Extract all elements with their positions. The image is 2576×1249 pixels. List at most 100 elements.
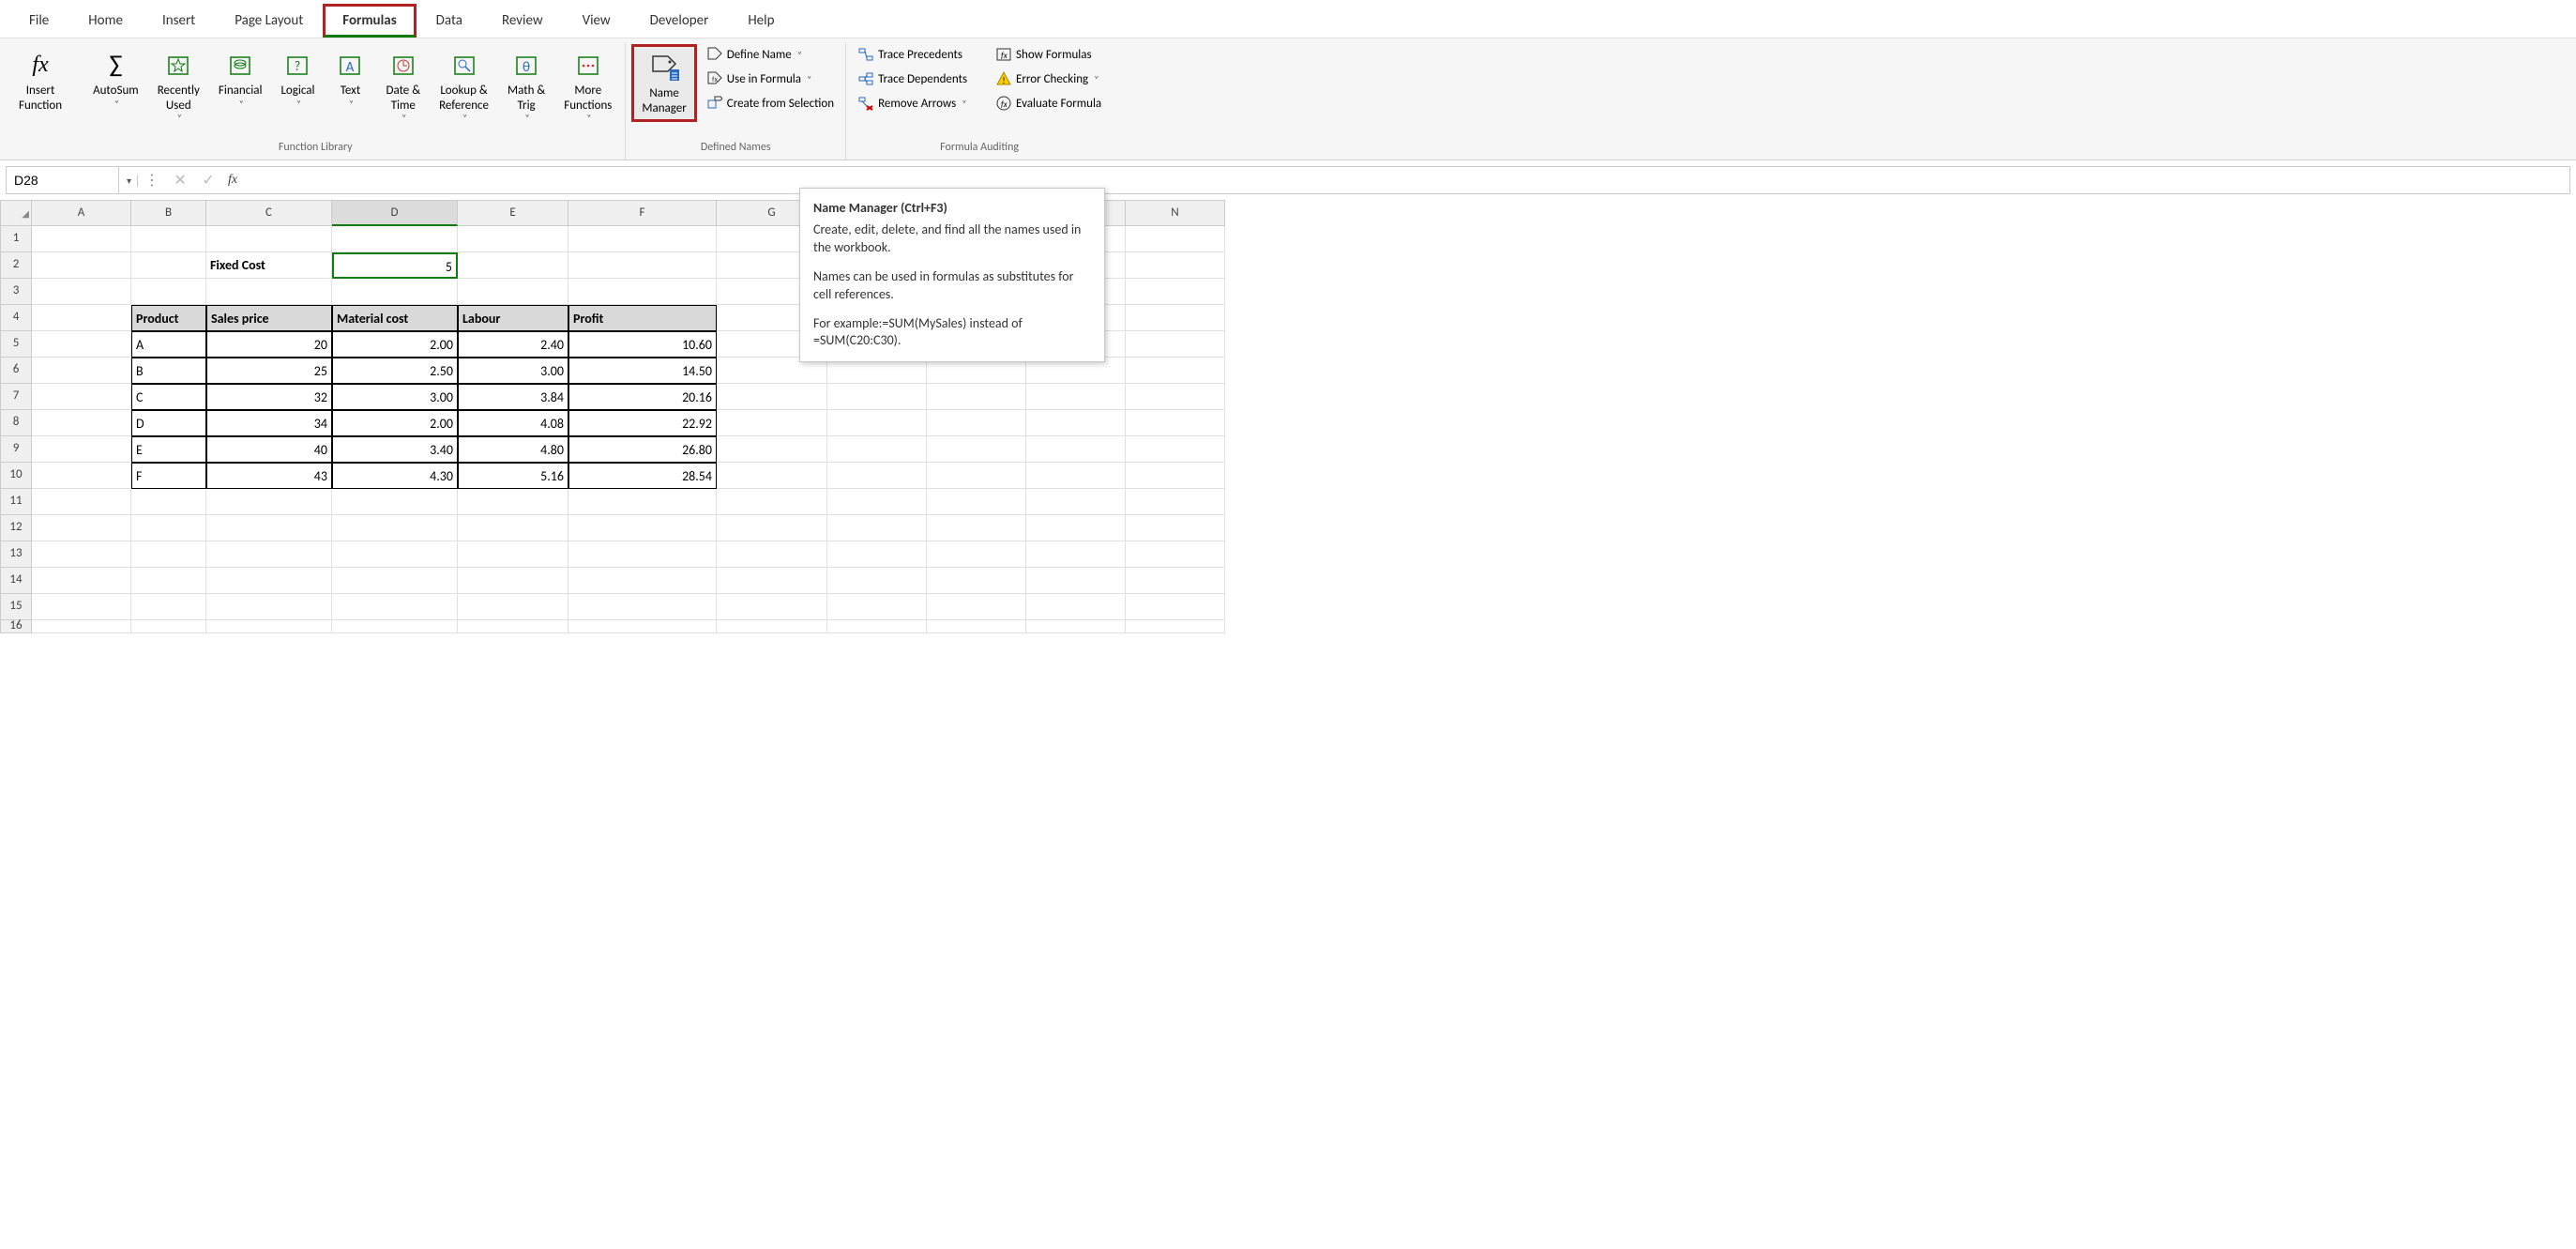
col-header[interactable]: N: [1126, 200, 1225, 226]
recently-used-button[interactable]: Recently Used ˅: [150, 44, 207, 128]
cell[interactable]: [1026, 410, 1126, 436]
table-cell-labour[interactable]: 3.00: [458, 358, 568, 384]
text-button[interactable]: A Text ˅: [326, 44, 374, 114]
table-cell-product[interactable]: F: [131, 463, 206, 489]
cell[interactable]: [827, 436, 927, 463]
cell[interactable]: [131, 279, 206, 305]
row-header[interactable]: 4: [0, 305, 32, 331]
error-checking-button[interactable]: ! Error Checking ˅: [990, 69, 1107, 89]
cell[interactable]: [332, 541, 458, 568]
cell[interactable]: [827, 620, 927, 633]
cell[interactable]: [458, 568, 568, 594]
tab-review[interactable]: Review: [482, 4, 563, 38]
cell[interactable]: [827, 541, 927, 568]
cell[interactable]: [131, 489, 206, 515]
cell[interactable]: [717, 568, 827, 594]
cell[interactable]: [568, 226, 717, 252]
cell[interactable]: [827, 463, 927, 489]
cell[interactable]: [32, 515, 131, 541]
lookup-reference-button[interactable]: Lookup & Reference ˅: [432, 44, 496, 128]
row-header[interactable]: 8: [0, 410, 32, 436]
cell[interactable]: [32, 620, 131, 633]
row-header[interactable]: 2: [0, 252, 32, 279]
name-manager-button[interactable]: Name Manager: [631, 44, 696, 122]
cancel-formula-icon[interactable]: ✕: [166, 167, 194, 193]
cell[interactable]: [32, 541, 131, 568]
row-header[interactable]: 14: [0, 568, 32, 594]
name-box[interactable]: [7, 167, 119, 193]
cell[interactable]: [827, 594, 927, 620]
table-cell-labour[interactable]: 4.80: [458, 436, 568, 463]
cell[interactable]: [827, 568, 927, 594]
cell[interactable]: [332, 594, 458, 620]
table-header-product[interactable]: Product: [131, 305, 206, 331]
cell[interactable]: [332, 226, 458, 252]
row-header[interactable]: 7: [0, 384, 32, 410]
cell[interactable]: [1126, 594, 1225, 620]
cell[interactable]: [332, 515, 458, 541]
table-cell-labour[interactable]: 4.08: [458, 410, 568, 436]
cell[interactable]: [927, 515, 1026, 541]
cell[interactable]: [717, 436, 827, 463]
row-header[interactable]: 3: [0, 279, 32, 305]
tab-page-layout[interactable]: Page Layout: [215, 4, 323, 38]
cell[interactable]: [1126, 279, 1225, 305]
cell[interactable]: [458, 515, 568, 541]
cell[interactable]: [927, 594, 1026, 620]
tab-view[interactable]: View: [563, 4, 630, 38]
table-cell-labour[interactable]: 3.84: [458, 384, 568, 410]
cell[interactable]: [1126, 515, 1225, 541]
cell-fixed-cost-value[interactable]: 5: [332, 252, 458, 279]
tab-data[interactable]: Data: [417, 4, 482, 38]
cell[interactable]: [1126, 620, 1225, 633]
table-cell-product[interactable]: A: [131, 331, 206, 358]
table-cell-sales-price[interactable]: 43: [206, 463, 332, 489]
cell[interactable]: [717, 463, 827, 489]
table-cell-profit[interactable]: 14.50: [568, 358, 717, 384]
cell[interactable]: [927, 384, 1026, 410]
cell[interactable]: [131, 541, 206, 568]
tab-developer[interactable]: Developer: [630, 4, 729, 38]
col-header[interactable]: E: [458, 200, 568, 226]
table-cell-profit[interactable]: 10.60: [568, 331, 717, 358]
cell[interactable]: [568, 594, 717, 620]
table-cell-product[interactable]: E: [131, 436, 206, 463]
row-header[interactable]: 9: [0, 436, 32, 463]
cell[interactable]: [332, 620, 458, 633]
cell[interactable]: [131, 252, 206, 279]
cell[interactable]: [717, 594, 827, 620]
table-cell-profit[interactable]: 20.16: [568, 384, 717, 410]
trace-dependents-button[interactable]: Trace Dependents: [852, 69, 973, 89]
cell[interactable]: [32, 489, 131, 515]
table-cell-labour[interactable]: 2.40: [458, 331, 568, 358]
cell[interactable]: [927, 463, 1026, 489]
cell[interactable]: [1126, 384, 1225, 410]
tab-file[interactable]: File: [9, 4, 68, 38]
cell[interactable]: [32, 358, 131, 384]
cell[interactable]: [458, 279, 568, 305]
cell[interactable]: [332, 489, 458, 515]
table-cell-material-cost[interactable]: 4.30: [332, 463, 458, 489]
cell[interactable]: [206, 620, 332, 633]
name-box-dropdown[interactable]: ▾: [121, 175, 138, 187]
table-cell-sales-price[interactable]: 25: [206, 358, 332, 384]
col-header[interactable]: A: [32, 200, 131, 226]
cell[interactable]: [206, 226, 332, 252]
cell[interactable]: [568, 252, 717, 279]
create-from-selection-button[interactable]: Create from Selection: [701, 93, 840, 114]
table-cell-product[interactable]: D: [131, 410, 206, 436]
row-header[interactable]: 10: [0, 463, 32, 489]
cell[interactable]: [131, 568, 206, 594]
table-cell-profit[interactable]: 26.80: [568, 436, 717, 463]
cell[interactable]: [1126, 568, 1225, 594]
cell[interactable]: [1126, 305, 1225, 331]
table-cell-sales-price[interactable]: 32: [206, 384, 332, 410]
cell[interactable]: [32, 279, 131, 305]
cell[interactable]: [32, 568, 131, 594]
trace-precedents-button[interactable]: Trace Precedents: [852, 44, 973, 65]
cell[interactable]: [927, 568, 1026, 594]
cell[interactable]: [827, 410, 927, 436]
table-cell-sales-price[interactable]: 34: [206, 410, 332, 436]
table-header-labour[interactable]: Labour: [458, 305, 568, 331]
cell[interactable]: [458, 541, 568, 568]
